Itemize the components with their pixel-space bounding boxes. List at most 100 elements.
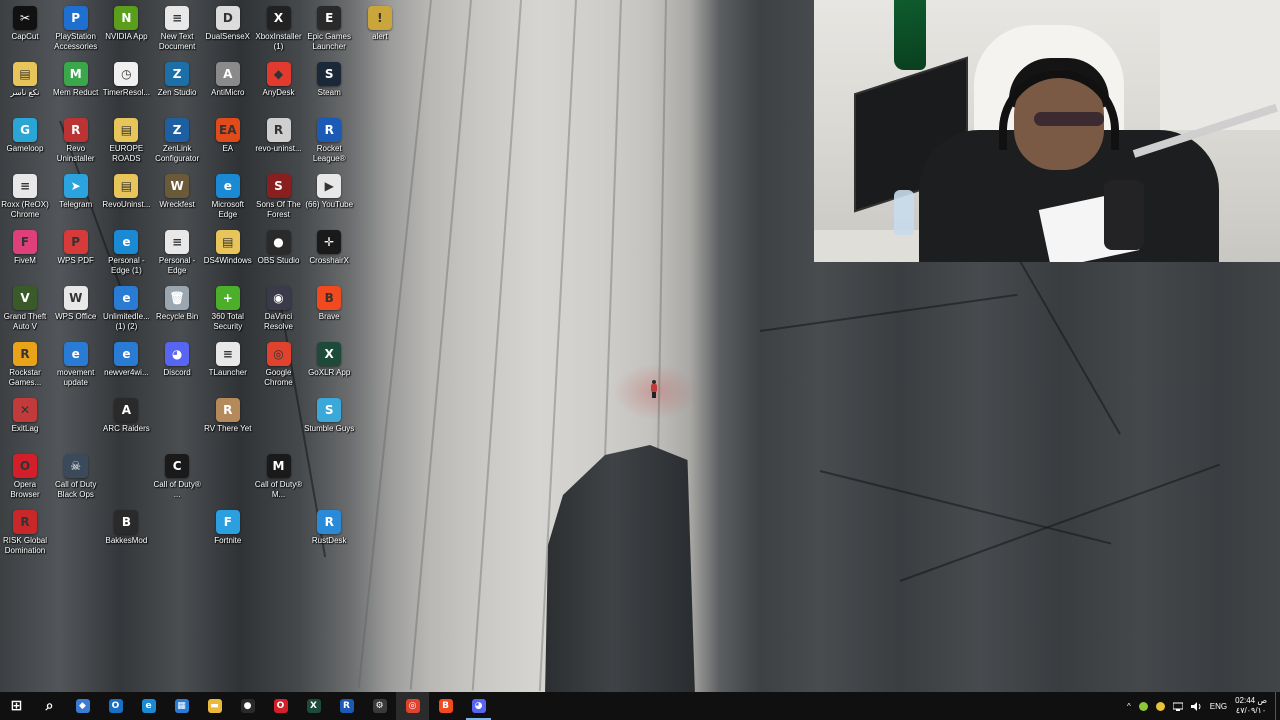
taskbar-outlook[interactable]: O xyxy=(99,692,132,720)
start-button[interactable]: ⊞ xyxy=(0,692,33,720)
desktop-icon[interactable]: R RV There Yet xyxy=(202,396,254,434)
desktop-icon[interactable]: ≡ Roxx (ReOX) Chrome xyxy=(0,172,51,220)
desktop-icon[interactable]: P PlayStation Accessories xyxy=(50,4,102,52)
desktop-icon[interactable]: ! alert xyxy=(354,4,406,42)
desktop-icon[interactable]: Z ZenLink Configurator xyxy=(151,116,203,164)
desktop-icon[interactable]: ✕ ExitLag xyxy=(0,396,51,434)
desktop-icon[interactable]: ◎ Google Chrome xyxy=(253,340,305,388)
desktop-icon[interactable]: ▶ (66) YouTube xyxy=(303,172,355,210)
desktop-icon[interactable]: X XboxInstaller (1) xyxy=(253,4,305,52)
desktop-icon[interactable]: M Call of Duty® M... xyxy=(253,452,305,500)
desktop-icon[interactable]: S Stumble Guys xyxy=(303,396,355,434)
desktop-icon[interactable]: F Fortnite xyxy=(202,508,254,546)
desktop-icon[interactable]: F FiveM xyxy=(0,228,51,266)
desktop-icon[interactable]: A AntiMicro xyxy=(202,60,254,98)
desktop-icon[interactable]: ▤ DS4Windows xyxy=(202,228,254,266)
clock[interactable]: 02:44 ص ٤٧/٠٩/١٠ xyxy=(1235,696,1267,716)
desktop-icon[interactable]: +360 Total Security xyxy=(202,284,254,332)
desktop-icon-label: (66) YouTube xyxy=(305,200,354,209)
taskbar-discord[interactable]: ◕ xyxy=(462,692,495,720)
desktop-icon[interactable]: ✛ CrosshairX xyxy=(303,228,355,266)
desktop-icon[interactable]: 🗑 Recycle Bin xyxy=(151,284,203,322)
desktop-icon-label: BakkesMod xyxy=(105,536,148,545)
app-icon: ☠ xyxy=(63,454,88,478)
desktop-icon[interactable]: B BakkesMod xyxy=(100,508,152,546)
desktop-icon[interactable]: e Microsoft Edge xyxy=(202,172,254,220)
taskbar-file-explorer[interactable]: ▬ xyxy=(198,692,231,720)
show-desktop-button[interactable] xyxy=(1275,692,1280,720)
desktop-icon[interactable]: S Steam xyxy=(303,60,355,98)
desktop-icon[interactable]: ◷ TimerResol... xyxy=(100,60,152,98)
desktop-icon[interactable]: R RISK Global Domination xyxy=(0,508,51,556)
rocket-league-icon: R xyxy=(339,699,354,713)
tray-app-icon-2[interactable] xyxy=(1155,701,1165,711)
tray-app-icon[interactable] xyxy=(1138,701,1148,711)
desktop-icon[interactable]: ● OBS Studio xyxy=(253,228,305,266)
taskbar-chrome[interactable]: ◎ xyxy=(396,692,429,720)
app-icon: ≡ xyxy=(215,342,240,366)
desktop-icon[interactable]: R RustDesk xyxy=(303,508,355,546)
app-icon: G xyxy=(13,118,37,142)
app-icon: Z xyxy=(165,62,190,86)
desktop-icon[interactable]: A ARC Raiders xyxy=(100,396,152,434)
desktop-icon[interactable]: R Revo Uninstaller xyxy=(50,116,102,164)
desktop-icon[interactable]: R Rocket League® xyxy=(303,116,355,164)
desktop-icon[interactable]: X GoXLR App xyxy=(303,340,355,378)
desktop-icon[interactable]: ▤ EUROPE ROADS xyxy=(100,116,152,164)
desktop-icon[interactable]: ◕ Discord xyxy=(151,340,203,378)
desktop-icon[interactable]: e newver4wi... xyxy=(100,340,152,378)
desktop-icon[interactable]: R Rockstar Games... xyxy=(0,340,51,388)
desktop-icon[interactable]: G Gameloop xyxy=(0,116,51,154)
volume-icon[interactable] xyxy=(1190,701,1202,711)
desktop-icon[interactable]: ≡ TLauncher xyxy=(202,340,254,378)
desktop-icon[interactable]: N NVIDIA App xyxy=(100,4,152,42)
taskbar-edge[interactable]: e xyxy=(132,692,165,720)
desktop-icon[interactable]: B Brave xyxy=(303,284,355,322)
app-icon: D xyxy=(215,6,240,30)
desktop-icon[interactable]: ≡ Personal - Edge xyxy=(151,228,203,276)
desktop-icon[interactable]: e Personal - Edge (1) xyxy=(100,228,152,276)
taskbar-goxlr[interactable]: X xyxy=(297,692,330,720)
desktop-icon[interactable]: ◆ AnyDesk xyxy=(253,60,305,98)
taskbar-copilot[interactable]: ◆ xyxy=(66,692,99,720)
desktop-icon[interactable]: EA EA xyxy=(202,116,254,154)
network-icon[interactable] xyxy=(1172,702,1183,711)
desktop-icon[interactable]: W Wreckfest xyxy=(151,172,203,210)
desktop-icon-label: newver4wi... xyxy=(104,368,149,377)
desktop-icon[interactable]: S Sons Of The Forest xyxy=(253,172,305,220)
taskbar-opera[interactable]: O xyxy=(264,692,297,720)
desktop-icon[interactable]: e movement update xyxy=(50,340,102,388)
desktop-icon[interactable]: ▤ نكع ناسر xyxy=(0,60,51,98)
desktop-icon[interactable]: W WPS Office xyxy=(50,284,102,322)
desktop-icon[interactable]: D DualSenseX xyxy=(202,4,254,42)
tray-overflow-chevron[interactable]: ^ xyxy=(1127,702,1131,711)
desktop-icon[interactable]: M Mem Reduct xyxy=(50,60,102,98)
desktop-icon[interactable]: ◉ DaVinci Resolve xyxy=(253,284,305,332)
app-icon: P xyxy=(63,6,88,30)
desktop-icon[interactable]: Z Zen Studio xyxy=(151,60,203,98)
desktop-icon[interactable]: O Opera Browser xyxy=(0,452,51,500)
search-button[interactable]: ⌕ xyxy=(33,692,66,720)
desktop-icon[interactable]: C Call of Duty® ... xyxy=(151,452,203,500)
desktop-icon[interactable]: ▤ RevoUninst... xyxy=(100,172,152,210)
desktop-icon[interactable]: ➤ Telegram xyxy=(50,172,102,210)
desktop-icon[interactable]: ✂ CapCut xyxy=(0,4,51,42)
desktop-icon[interactable]: P WPS PDF xyxy=(50,228,102,266)
taskbar-brave[interactable]: B xyxy=(429,692,462,720)
desktop-icon[interactable]: E Epic Games Launcher xyxy=(303,4,355,52)
app-icon: E xyxy=(317,6,342,30)
taskbar-store[interactable]: ▦ xyxy=(165,692,198,720)
app-icon: R xyxy=(317,118,342,142)
taskbar-obs[interactable]: ● xyxy=(231,692,264,720)
app-icon: M xyxy=(63,62,88,86)
taskbar-rocket-league[interactable]: R xyxy=(330,692,363,720)
desktop-icon[interactable]: ☠ Call of Duty Black Ops xyxy=(50,452,102,500)
language-indicator[interactable]: ENG xyxy=(1210,702,1227,711)
desktop-icon[interactable]: e UnlimitedIe... (1) (2) xyxy=(100,284,152,332)
app-icon: ≡ xyxy=(165,6,190,30)
desktop-icon[interactable]: V Grand Theft Auto V xyxy=(0,284,51,332)
taskbar-settings[interactable]: ⚙ xyxy=(363,692,396,720)
desktop-icon-label: Mem Reduct xyxy=(53,88,99,97)
desktop-icon[interactable]: Rrevo-uninst... xyxy=(253,116,305,154)
desktop-icon[interactable]: ≡ New Text Document xyxy=(151,4,203,52)
